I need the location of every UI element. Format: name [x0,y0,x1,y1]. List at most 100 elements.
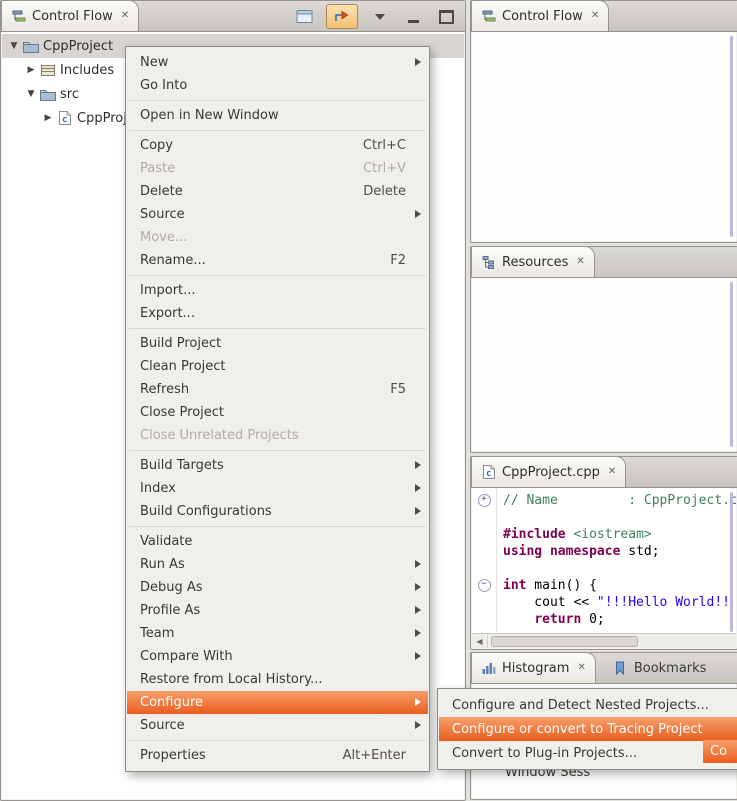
menu-item-label: New [140,55,168,70]
code-token: // Name : CppProject.c [503,493,736,508]
menu-item-close-project[interactable]: Close Project [127,401,428,424]
menu-item-source[interactable]: Source [127,714,428,737]
close-icon[interactable] [608,467,616,477]
link-toggle-icon[interactable] [326,4,358,29]
fold-collapsed-icon[interactable]: + [478,494,491,507]
code-token: "!!!Hello World!! [597,595,730,610]
menu-item-move: Move... [127,226,428,249]
menu-item-label: Run As [140,557,185,572]
menu-item-accelerator: Ctrl+V [335,161,406,176]
control-flow-graph-content [472,32,736,241]
code-line: #include <iostream> [503,526,736,543]
collapse-arrow-icon[interactable] [23,89,39,99]
code-token: #include [503,527,566,542]
menu-item-label: Index [140,481,176,496]
submenu-arrow-icon [415,629,421,637]
menu-item-label: Configure and Detect Nested Projects... [452,698,709,713]
menu-item-convert-to-plug-in-projects[interactable]: Convert to Plug-in Projects... [439,741,737,765]
tab-control-flow-left[interactable]: Control Flow [1,0,139,31]
code-area[interactable]: // Name : CppProject.c #include <iostream… [497,488,736,634]
menu-item-validate[interactable]: Validate [127,530,428,553]
minimize-icon[interactable] [402,5,424,28]
code-line: using namespace std; [503,543,736,560]
menu-item-rename[interactable]: Rename...F2 [127,249,428,272]
tab-resources[interactable]: Resources [471,246,595,277]
code-token: cout << [503,595,597,610]
menu-item-compare-with[interactable]: Compare With [127,645,428,668]
view-toolbar [293,4,457,29]
menu-item-debug-as[interactable]: Debug As [127,576,428,599]
menu-item-delete[interactable]: DeleteDelete [127,180,428,203]
menu-item-properties[interactable]: PropertiesAlt+Enter [127,744,428,767]
editor-tabbar: c CppProject.cpp [471,457,737,488]
bookmarks-icon [612,660,629,676]
close-icon[interactable] [121,11,129,21]
resources-tabbar: Resources [471,247,737,278]
menu-item-build-project[interactable]: Build Project [127,332,428,355]
menu-item-accelerator: Ctrl+C [335,138,406,153]
menu-item-label: Build Targets [140,458,224,473]
code-line: // Name : CppProject.c [503,492,736,509]
menu-item-label: Team [140,626,174,641]
submenu-arrow-icon [415,507,421,515]
submenu-arrow-icon [415,560,421,568]
submenu-arrow-icon [415,210,421,218]
menu-item-new[interactable]: New [127,51,428,74]
code-editor[interactable]: +− // Name : CppProject.c#include <iostr… [472,488,736,634]
menu-item-import[interactable]: Import... [127,279,428,302]
menu-item-team[interactable]: Team [127,622,428,645]
resources-content [472,278,736,451]
close-icon[interactable] [577,663,585,673]
code-line: int main() { [503,577,736,594]
menu-item-build-targets[interactable]: Build Targets [127,454,428,477]
left-panel-tabbar: Control Flow [1,1,465,32]
menu-item-build-configurations[interactable]: Build Configurations [127,500,428,523]
maximize-icon[interactable] [435,5,457,28]
expand-arrow-icon[interactable] [23,65,39,75]
horizontal-scrollbar[interactable] [472,633,736,648]
menu-item-configure-or-convert-to-tracing-project[interactable]: Configure or convert to Tracing Project [439,717,737,741]
fold-gutter: +− [472,488,497,634]
menu-item-index[interactable]: Index [127,477,428,500]
tab-bookmarks[interactable]: Bookmarks [604,653,716,683]
scrollbar-thumb[interactable] [491,636,638,647]
menu-item-source[interactable]: Source [127,203,428,226]
vertical-scrollbar[interactable] [730,492,733,632]
menu-item-label: Clean Project [140,359,226,374]
menu-item-copy[interactable]: CopyCtrl+C [127,134,428,157]
menu-item-configure-and-detect-nested-projects[interactable]: Configure and Detect Nested Projects... [439,693,737,717]
menu-item-run-as[interactable]: Run As [127,553,428,576]
menu-item-label: Validate [140,534,192,549]
tab-control-flow-right[interactable]: Control Flow [471,0,609,31]
menu-item-clean-project[interactable]: Clean Project [127,355,428,378]
vertical-scrollbar[interactable] [730,282,733,447]
overflow-menu-fragment[interactable]: Co [703,740,737,763]
close-icon[interactable] [576,257,584,267]
fold-gutter-cell: + [472,492,496,509]
vertical-scrollbar[interactable] [730,36,733,237]
menu-item-export[interactable]: Export... [127,302,428,325]
collapse-arrow-icon[interactable] [6,41,22,51]
control-flow-graph-panel: Control Flow [470,0,737,243]
menu-item-restore-from-local-history[interactable]: Restore from Local History... [127,668,428,691]
expand-arrow-icon[interactable] [40,113,56,123]
folder-icon [39,86,56,102]
close-icon[interactable] [591,11,599,21]
view-menu-icon[interactable] [369,5,391,28]
menu-item-label: Delete [140,184,183,199]
menu-item-go-into[interactable]: Go Into [127,74,428,97]
focus-view-icon[interactable] [293,5,315,28]
menu-separator [127,325,428,332]
menu-item-profile-as[interactable]: Profile As [127,599,428,622]
scroll-left-arrow-icon[interactable] [472,635,488,648]
menu-item-accelerator: F2 [362,253,406,268]
fold-expanded-icon[interactable]: − [478,579,491,592]
menu-item-configure[interactable]: Configure [127,691,428,714]
code-token: std; [620,544,659,559]
submenu-arrow-icon [415,652,421,660]
menu-item-open-in-new-window[interactable]: Open in New Window [127,104,428,127]
fold-gutter-cell [472,526,496,543]
tab-histogram[interactable]: Histogram [471,652,596,683]
tab-cppproject-cpp[interactable]: c CppProject.cpp [471,456,626,487]
menu-item-refresh[interactable]: RefreshF5 [127,378,428,401]
